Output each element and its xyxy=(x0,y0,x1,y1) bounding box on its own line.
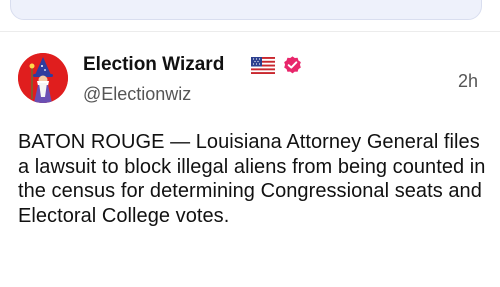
avatar[interactable] xyxy=(18,53,68,103)
verified-badge-icon xyxy=(284,56,301,74)
feed: Election Wizard @Electionwiz 2h BATON RO… xyxy=(0,0,500,287)
previous-post-card[interactable] xyxy=(10,0,482,20)
post-card[interactable]: Election Wizard @Electionwiz 2h BATON RO… xyxy=(0,32,500,287)
user-handle[interactable]: @Electionwiz xyxy=(83,84,191,105)
wizard-avatar-icon xyxy=(18,53,68,103)
post-timestamp[interactable]: 2h xyxy=(458,71,478,92)
us-flag-icon xyxy=(251,57,275,74)
post-text: BATON ROUGE — Louisiana Attorney General… xyxy=(18,131,486,227)
display-name[interactable]: Election Wizard xyxy=(83,54,224,76)
